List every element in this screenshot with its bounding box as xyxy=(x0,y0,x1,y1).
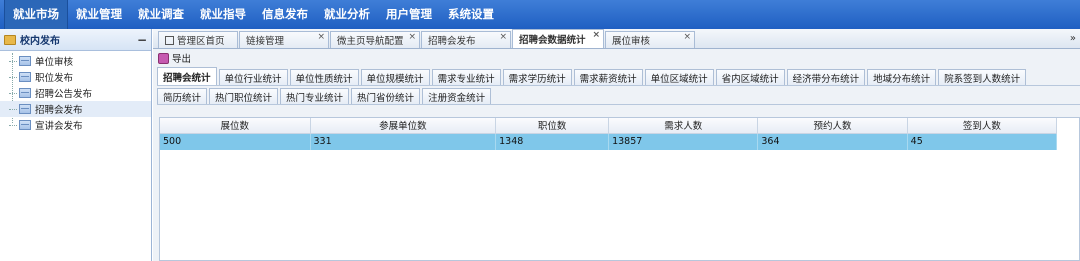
nav-item-user-management[interactable]: 用户管理 xyxy=(378,0,440,29)
close-icon[interactable]: × xyxy=(499,32,507,42)
subtab-geo-distribution-stats[interactable]: 地域分布统计 xyxy=(867,69,937,85)
grid-icon xyxy=(19,88,31,98)
subtab-major-demand-stats[interactable]: 需求专业统计 xyxy=(431,69,501,85)
table-cell: 1348 xyxy=(495,133,610,150)
table-cell: 331 xyxy=(310,133,497,150)
close-icon[interactable]: × xyxy=(317,32,325,42)
tab-job-fair-publish[interactable]: 招聘会发布 × xyxy=(421,31,511,48)
table-cell: 500 xyxy=(160,133,311,150)
tab-bar: 管理区首页 链接管理 × 微主页导航配置 × 招聘会发布 × 招聘会数据统计 × 展位审… xyxy=(153,29,1080,49)
tab-label: 展位审核 xyxy=(612,36,651,47)
column-header[interactable]: 需求人数 xyxy=(608,118,759,134)
sidebar-tree: 单位审核 职位发布 招聘公告发布 招聘会发布 宣讲会发布 xyxy=(0,51,151,133)
nav-item-system-settings[interactable]: 系统设置 xyxy=(440,0,502,29)
close-icon[interactable]: × xyxy=(592,30,600,40)
subtab-industry-stats[interactable]: 单位行业统计 xyxy=(218,69,288,85)
stats-table: 展位数 参展单位数 职位数 需求人数 预约人数 签到人数 500 331 134… xyxy=(159,117,1080,261)
subtab-nature-stats[interactable]: 单位性质统计 xyxy=(289,69,359,85)
stat-subtabs: 招聘会统计 单位行业统计 单位性质统计 单位规模统计 需求专业统计 需求学历统计… xyxy=(153,67,1080,105)
nav-item-employment-guidance[interactable]: 就业指导 xyxy=(192,0,254,29)
sidebar-item-job-publish[interactable]: 职位发布 xyxy=(0,69,151,85)
tab-job-fair-statistics[interactable]: 招聘会数据统计 × xyxy=(512,29,604,48)
tab-label: 链接管理 xyxy=(246,36,285,47)
column-header[interactable]: 展位数 xyxy=(160,118,311,134)
tab-label: 招聘会数据统计 xyxy=(519,35,586,46)
subtab-unit-region-stats[interactable]: 单位区域统计 xyxy=(644,69,714,85)
grid-icon xyxy=(19,56,31,66)
sidebar-item-label: 单位审核 xyxy=(35,57,74,68)
grid-icon xyxy=(19,72,31,82)
column-header[interactable]: 签到人数 xyxy=(907,118,1058,134)
subtab-dept-signin-stats[interactable]: 院系签到人数统计 xyxy=(938,69,1027,85)
sidebar-item-label: 招聘公告发布 xyxy=(35,89,93,100)
subtab-degree-demand-stats[interactable]: 需求学历统计 xyxy=(502,69,572,85)
sidebar-title: 校内发布 xyxy=(20,36,60,47)
table-row[interactable]: 500 331 1348 13857 364 45 xyxy=(160,133,1058,150)
subtab-job-fair-stats[interactable]: 招聘会统计 xyxy=(157,67,217,85)
sidebar: 校内发布 − 单位审核 职位发布 招聘公告发布 招聘会发布 宣讲会发布 xyxy=(0,29,152,261)
more-tabs-icon[interactable]: » xyxy=(1070,33,1076,44)
table-cell: 45 xyxy=(907,133,1058,150)
subtab-economic-belt-stats[interactable]: 经济带分布统计 xyxy=(786,69,866,85)
tab-admin-home[interactable]: 管理区首页 xyxy=(158,31,238,48)
nav-item-info-publish[interactable]: 信息发布 xyxy=(254,0,316,29)
grid-icon xyxy=(19,104,31,114)
column-header[interactable]: 参展单位数 xyxy=(310,118,497,134)
toolbar: 导出 xyxy=(153,49,1080,67)
nav-item-employment-survey[interactable]: 就业调查 xyxy=(130,0,192,29)
grid-icon xyxy=(19,120,31,130)
subtab-hot-province-stats[interactable]: 热门省份统计 xyxy=(351,88,421,104)
subtab-resume-stats[interactable]: 简历统计 xyxy=(157,88,208,104)
column-header[interactable]: 职位数 xyxy=(495,118,610,134)
main-content: 管理区首页 链接管理 × 微主页导航配置 × 招聘会发布 × 招聘会数据统计 × 展位审… xyxy=(153,29,1080,261)
folder-icon xyxy=(4,34,16,45)
sidebar-item-seminar-publish[interactable]: 宣讲会发布 xyxy=(0,117,151,133)
table-header-row: 展位数 参展单位数 职位数 需求人数 预约人数 签到人数 xyxy=(160,118,1058,134)
sidebar-item-unit-review[interactable]: 单位审核 xyxy=(0,53,151,69)
column-header[interactable]: 预约人数 xyxy=(757,118,908,134)
sidebar-item-label: 宣讲会发布 xyxy=(35,121,83,132)
subtab-row: 简历统计 热门职位统计 热门专业统计 热门省份统计 注册资金统计 xyxy=(157,86,1080,105)
subtab-row: 招聘会统计 单位行业统计 单位性质统计 单位规模统计 需求专业统计 需求学历统计… xyxy=(157,67,1080,86)
sidebar-item-label: 招聘会发布 xyxy=(35,105,83,116)
home-icon xyxy=(165,35,174,45)
subtab-scale-stats[interactable]: 单位规模统计 xyxy=(360,69,430,85)
tab-label: 招聘会发布 xyxy=(428,36,476,47)
close-icon[interactable]: × xyxy=(408,32,416,42)
nav-item-employment-analysis[interactable]: 就业分析 xyxy=(316,0,378,29)
export-button[interactable]: 导出 xyxy=(172,51,191,65)
nav-item-employment-management[interactable]: 就业管理 xyxy=(68,0,130,29)
subtab-registered-capital-stats[interactable]: 注册资金统计 xyxy=(422,88,492,104)
tab-label: 管理区首页 xyxy=(177,36,225,47)
sidebar-item-job-fair-publish[interactable]: 招聘会发布 xyxy=(0,101,151,117)
collapse-icon[interactable]: − xyxy=(137,33,147,47)
close-icon[interactable]: × xyxy=(683,32,691,42)
tab-link-management[interactable]: 链接管理 × xyxy=(239,31,329,48)
tab-booth-review[interactable]: 展位审核 × xyxy=(605,31,695,48)
subtab-salary-demand-stats[interactable]: 需求薪资统计 xyxy=(573,69,643,85)
table-cell: 364 xyxy=(757,133,908,150)
nav-item-job-market[interactable]: 就业市场 xyxy=(4,0,68,29)
sidebar-item-label: 职位发布 xyxy=(35,73,74,84)
subtab-hot-major-stats[interactable]: 热门专业统计 xyxy=(280,88,350,104)
sidebar-header[interactable]: 校内发布 − xyxy=(0,29,151,51)
table-cell: 13857 xyxy=(608,133,759,150)
export-icon xyxy=(158,52,169,64)
sidebar-item-recruit-notice[interactable]: 招聘公告发布 xyxy=(0,85,151,101)
subtab-province-region-stats[interactable]: 省内区域统计 xyxy=(715,69,785,85)
subtab-hot-job-stats[interactable]: 热门职位统计 xyxy=(209,88,279,104)
top-navigation: 就业市场 就业管理 就业调查 就业指导 信息发布 就业分析 用户管理 系统设置 xyxy=(0,0,1080,29)
tab-micro-homepage-nav[interactable]: 微主页导航配置 × xyxy=(330,31,420,48)
tab-label: 微主页导航配置 xyxy=(337,36,404,47)
